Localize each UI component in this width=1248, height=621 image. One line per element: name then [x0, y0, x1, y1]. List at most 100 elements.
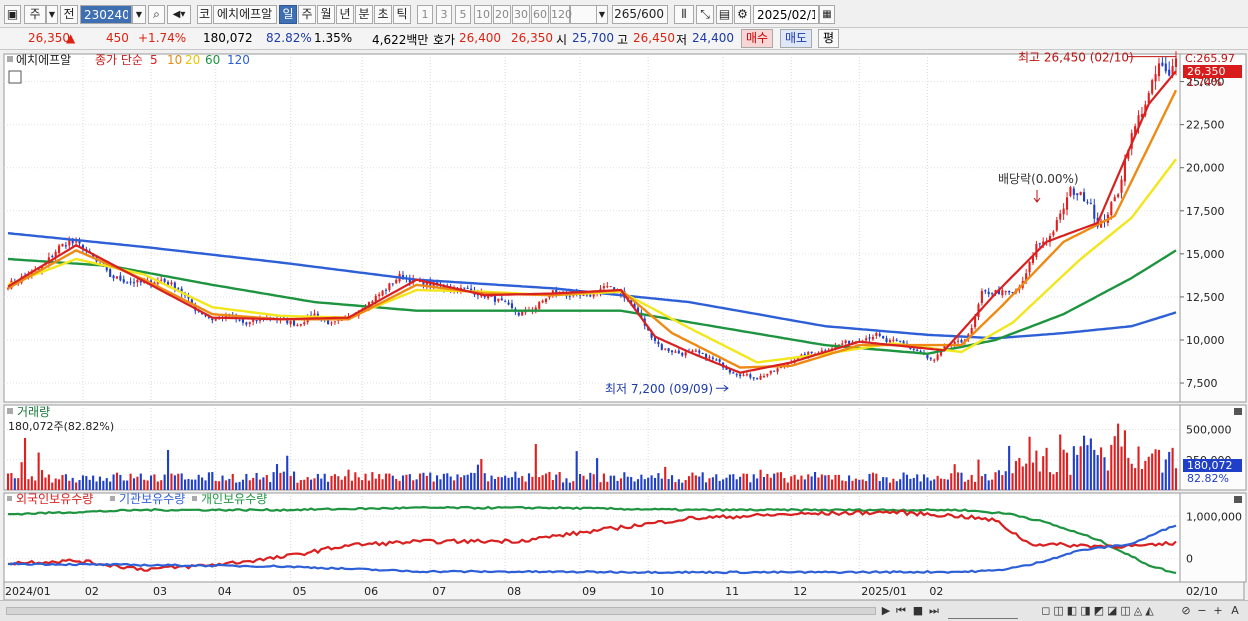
- calendar-icon[interactable]: ▦: [819, 5, 835, 24]
- candle-body: [888, 340, 892, 343]
- candle-body: [1164, 63, 1167, 72]
- sell-button[interactable]: 매도: [780, 29, 813, 48]
- scroll-right-icon[interactable]: ▶: [880, 603, 892, 619]
- volume-bar: [640, 474, 643, 490]
- interval-button-60[interactable]: 60: [531, 5, 549, 24]
- interval-button-120[interactable]: 120: [550, 5, 572, 24]
- sound-icon[interactable]: ◀▾: [167, 5, 191, 24]
- period-tab-6[interactable]: 틱: [393, 5, 411, 24]
- save-icon[interactable]: ▤: [716, 5, 733, 24]
- candle-body: [381, 290, 384, 296]
- holdings-legend-2: 개인보유수량: [201, 492, 267, 506]
- date-input[interactable]: [753, 5, 819, 24]
- interval-button-3[interactable]: 3: [436, 5, 452, 24]
- interval-button-10[interactable]: 10: [474, 5, 492, 24]
- trade-amount: 4,622백만: [372, 33, 429, 47]
- candle-icon[interactable]: ⫴: [674, 5, 694, 24]
- candle-body: [882, 335, 885, 339]
- chart-window: ▣ 주 ▼ 전 ▼ ⌕ ◀▾ 코 에치에프알 ▼ 265/600 ⫴ ⤡ ▤ ⚙…: [0, 0, 1248, 621]
- volume-bar: [1174, 468, 1178, 490]
- period-tab-5[interactable]: 초: [374, 5, 392, 24]
- period-tab-3[interactable]: 년: [336, 5, 354, 24]
- candle-body: [732, 372, 735, 374]
- volume-bar: [310, 479, 313, 490]
- period-tab-0[interactable]: 일: [279, 5, 297, 24]
- market-type-select[interactable]: 주: [24, 5, 46, 24]
- volume-bar: [790, 476, 793, 490]
- candle-body: [844, 340, 847, 344]
- volume-bar: [497, 476, 500, 490]
- volume-bar: [602, 473, 605, 490]
- volume-bar: [800, 475, 803, 490]
- volume-bar: [1117, 423, 1120, 490]
- rewind-icon[interactable]: ⏮: [894, 603, 908, 619]
- volume-bar: [630, 477, 633, 490]
- window-icon[interactable]: ▣: [4, 5, 21, 24]
- candle-body: [1072, 188, 1075, 195]
- volume-bar: [960, 472, 963, 490]
- candle-body: [980, 290, 983, 304]
- fast-forward-icon[interactable]: ⏭: [927, 603, 941, 619]
- volume-bar: [589, 472, 592, 490]
- candle-body: [119, 275, 122, 281]
- volume-bar: [762, 476, 766, 490]
- volume-bar: [422, 472, 425, 490]
- candle-body: [466, 287, 469, 289]
- volume-bar: [6, 473, 10, 490]
- chevron-down-icon[interactable]: ▼: [46, 5, 58, 24]
- interval-button-20[interactable]: 20: [493, 5, 511, 24]
- volume-bar: [37, 452, 40, 490]
- volume-bar: [585, 479, 588, 490]
- scroll-track[interactable]: [6, 607, 876, 615]
- volume-bar: [647, 477, 650, 490]
- volume-bar: [490, 475, 493, 490]
- count-total: /600: [637, 7, 664, 21]
- period-tab-2[interactable]: 월: [317, 5, 335, 24]
- volume-bar: [664, 466, 667, 490]
- volume-bar: [878, 481, 881, 490]
- code-dropdown-icon[interactable]: ▼: [132, 5, 146, 24]
- buy-button[interactable]: 매수: [741, 29, 774, 48]
- volume-bar: [17, 478, 20, 490]
- interval-button-5[interactable]: 5: [455, 5, 471, 24]
- all-button[interactable]: 전: [60, 5, 78, 24]
- zoom-out-icon[interactable]: −: [1196, 603, 1208, 619]
- chart-tools-icons[interactable]: ◻◫◧◨◩◪◫◬◭: [1024, 603, 1174, 619]
- stop-icon[interactable]: ■: [911, 603, 925, 619]
- candle-body: [691, 350, 694, 353]
- chart-area[interactable]: 2024/01 02 03 04 05 06 07 08 09 10 11 12 2025/01 02 02…: [0, 50, 1248, 600]
- line-tool-icon[interactable]: ⤡: [696, 5, 714, 24]
- volume-bar: [180, 473, 183, 490]
- volume-bar: [344, 476, 347, 490]
- candle-body: [333, 321, 336, 323]
- volume-bar: [1031, 462, 1035, 490]
- search-icon[interactable]: ⌕: [148, 5, 165, 24]
- volume-bar: [470, 472, 473, 490]
- zoom-slider[interactable]: [948, 603, 1018, 619]
- price-tick-label: 20,000: [1186, 162, 1225, 175]
- period-tab-4[interactable]: 분: [355, 5, 373, 24]
- volume-bar: [238, 481, 241, 490]
- auto-scale-icon[interactable]: A: [1228, 603, 1242, 619]
- data-count[interactable]: 265/600: [612, 5, 668, 24]
- interval-button-1[interactable]: 1: [417, 5, 433, 24]
- interval-dropdown-icon[interactable]: ▼: [596, 5, 608, 24]
- period-tab-1[interactable]: 주: [298, 5, 316, 24]
- candle-body: [1110, 202, 1113, 216]
- volume-bar: [500, 477, 503, 490]
- zoom-in-icon[interactable]: +: [1212, 603, 1224, 619]
- volume-bar: [1127, 457, 1130, 490]
- candle-body: [960, 339, 963, 343]
- interval-button-30[interactable]: 30: [512, 5, 530, 24]
- volume-bar: [980, 476, 983, 490]
- candle-body: [1117, 194, 1120, 197]
- volume-bar: [333, 474, 336, 490]
- candle-body: [681, 352, 684, 356]
- gear-icon[interactable]: ⚙: [734, 5, 751, 24]
- stock-code-input[interactable]: [80, 5, 132, 24]
- volume-bar: [34, 480, 37, 490]
- eval-button[interactable]: 평: [818, 29, 840, 48]
- volume-bar: [613, 475, 616, 490]
- zoom-reset-icon[interactable]: ⊘: [1180, 603, 1192, 619]
- volume-bar: [279, 472, 282, 490]
